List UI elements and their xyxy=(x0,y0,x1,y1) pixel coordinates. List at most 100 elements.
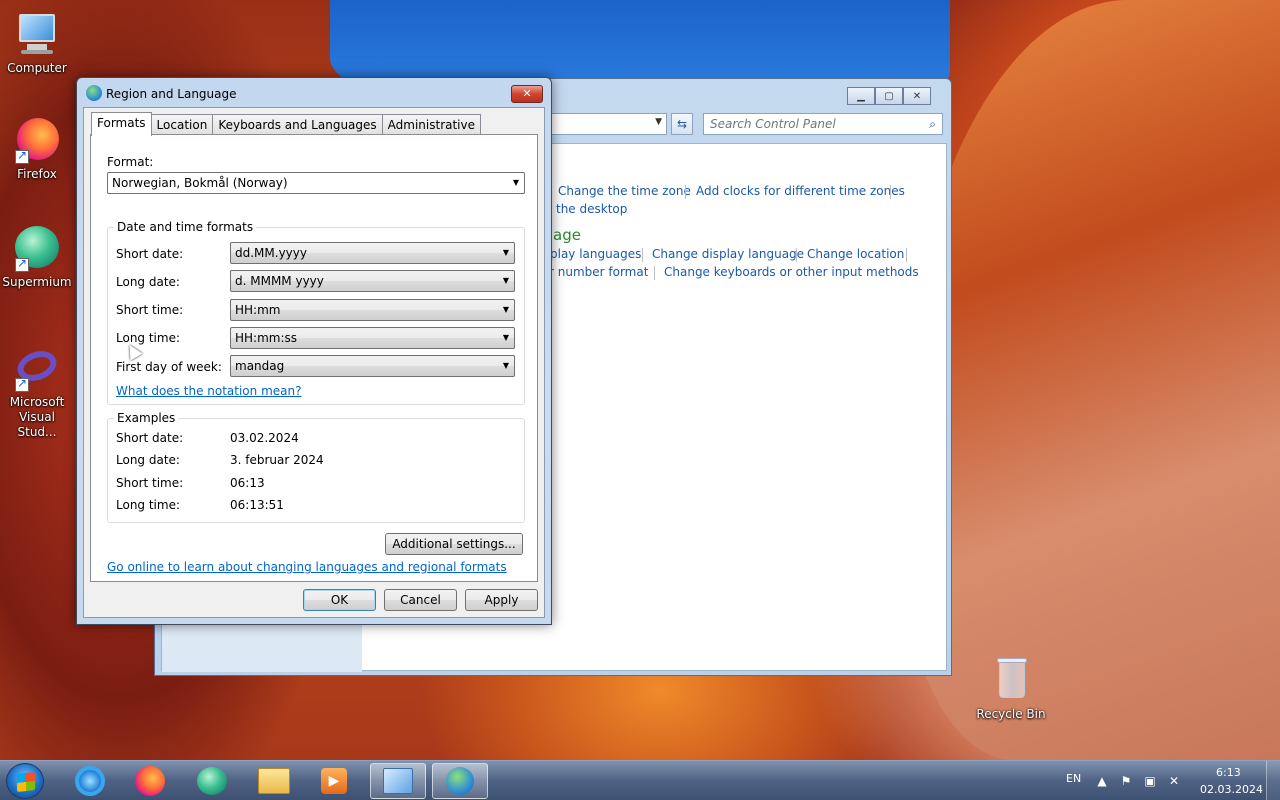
supermium-icon xyxy=(13,224,61,272)
link-number-format[interactable]: r number format xyxy=(549,265,648,279)
show-desktop-button[interactable] xyxy=(1266,761,1280,800)
windows-logo-icon xyxy=(17,772,35,792)
maximize-button[interactable]: ▢ xyxy=(875,87,903,105)
search-box[interactable]: ⌕ xyxy=(703,113,943,135)
link-change-time-zone[interactable]: Change the time zone xyxy=(558,184,691,198)
taskbar-media-player[interactable]: ▶ xyxy=(306,763,362,799)
clock-date[interactable]: 02.03.2024 xyxy=(1200,783,1263,796)
short-date-select[interactable]: dd.MM.yyyy ▼ xyxy=(230,242,515,264)
tab-strip: Formats Location Keyboards and Languages… xyxy=(91,112,482,136)
action-center-flag-icon[interactable]: ⚑ xyxy=(1118,773,1134,789)
computer-icon xyxy=(13,10,61,58)
show-hidden-icons-chevron-icon[interactable]: ▲ xyxy=(1094,773,1110,789)
region-language-dialog[interactable]: Region and Language ✕ Formats Location K… xyxy=(76,77,552,625)
long-time-value: HH:mm:ss xyxy=(235,331,298,345)
chevron-down-icon: ▼ xyxy=(502,276,509,285)
desktop-icon-firefox[interactable]: Firefox xyxy=(0,116,74,182)
taskbar-region-language[interactable] xyxy=(432,763,488,799)
shortcut-arrow-icon xyxy=(15,148,29,164)
desktop-icon-computer[interactable]: Computer xyxy=(0,10,74,76)
first-day-of-week-value: mandag xyxy=(235,359,285,373)
long-date-select[interactable]: d. MMMM yyyy ▼ xyxy=(230,270,515,292)
desktop-icon-label: Microsoft Visual Stud... xyxy=(9,395,65,439)
supermium-icon xyxy=(197,767,227,795)
online-help-link[interactable]: Go online to learn about changing langua… xyxy=(107,560,507,574)
short-time-select[interactable]: HH:mm ▼ xyxy=(230,299,515,321)
first-day-of-week-select[interactable]: mandag ▼ xyxy=(230,355,515,377)
globe-icon xyxy=(446,767,474,795)
visual-studio-icon xyxy=(13,344,61,392)
link-add-clocks[interactable]: Add clocks for different time zones xyxy=(696,184,905,198)
long-date-value: d. MMMM yyyy xyxy=(235,274,324,288)
tab-location[interactable]: Location xyxy=(150,114,214,135)
example-short-date-value: 03.02.2024 xyxy=(230,431,299,445)
example-short-date-label: Short date: xyxy=(116,431,184,445)
search-icon[interactable]: ⌕ xyxy=(929,117,936,132)
tab-administrative[interactable]: Administrative xyxy=(381,114,482,135)
clock-time[interactable]: 6:13 xyxy=(1216,766,1241,779)
format-value: Norwegian, Bokmål (Norway) xyxy=(112,176,288,190)
short-date-label: Short date: xyxy=(116,247,184,261)
network-icon[interactable]: ▣ xyxy=(1142,773,1158,789)
chevron-down-icon[interactable]: ▼ xyxy=(655,117,662,127)
refresh-button[interactable]: ⇆ xyxy=(671,113,693,135)
taskbar-supermium[interactable] xyxy=(184,763,240,799)
taskbar-firefox[interactable] xyxy=(122,763,178,799)
example-long-date-label: Long date: xyxy=(116,453,180,467)
example-long-time-label: Long time: xyxy=(116,498,181,512)
desktop-icon-label: Computer xyxy=(7,61,67,75)
shortcut-arrow-icon xyxy=(15,256,29,272)
taskbar-explorer[interactable] xyxy=(246,763,302,799)
apply-button[interactable]: Apply xyxy=(465,589,538,611)
desktop-icon-recycle-bin[interactable]: Recycle Bin xyxy=(974,656,1048,722)
tab-formats[interactable]: Formats xyxy=(91,112,152,136)
control-panel-icon xyxy=(383,768,413,794)
short-time-label: Short time: xyxy=(116,303,184,317)
link-change-location[interactable]: Change location xyxy=(807,247,904,261)
firefox-icon xyxy=(13,116,61,164)
address-bar[interactable]: ▼ xyxy=(551,113,667,135)
internet-explorer-icon xyxy=(75,766,105,796)
cancel-button[interactable]: Cancel xyxy=(384,589,457,611)
link-change-keyboards[interactable]: Change keyboards or other input methods xyxy=(664,265,919,279)
example-short-time-label: Short time: xyxy=(116,476,184,490)
separator xyxy=(890,185,891,199)
ok-button[interactable]: OK xyxy=(303,589,376,611)
link-display-languages[interactable]: play languages xyxy=(550,247,641,261)
taskbar-control-panel[interactable] xyxy=(370,763,426,799)
format-select[interactable]: Norwegian, Bokmål (Norway) ▼ xyxy=(107,172,525,194)
separator xyxy=(642,248,643,262)
dialog-body: Formats Location Keyboards and Languages… xyxy=(83,107,545,618)
search-input[interactable] xyxy=(704,114,914,134)
tab-keyboards-languages[interactable]: Keyboards and Languages xyxy=(212,114,383,135)
separator xyxy=(685,185,686,199)
additional-settings-button[interactable]: Additional settings... xyxy=(385,533,523,555)
link-change-display-language[interactable]: Change display language xyxy=(652,247,804,261)
firefox-icon xyxy=(135,766,165,796)
media-player-icon: ▶ xyxy=(321,768,347,794)
desktop-icon-supermium[interactable]: Supermium xyxy=(0,224,74,290)
chevron-down-icon: ▼ xyxy=(502,248,509,257)
long-date-label: Long date: xyxy=(116,275,180,289)
dialog-title: Region and Language xyxy=(106,87,237,101)
chevron-down-icon: ▼ xyxy=(502,361,509,370)
minimize-button[interactable]: ▁ xyxy=(847,87,875,105)
formats-tab-page: Format: Norwegian, Bokmål (Norway) ▼ Dat… xyxy=(90,134,538,582)
input-language-indicator[interactable]: EN xyxy=(1066,772,1081,785)
separator xyxy=(654,266,655,280)
volume-muted-icon[interactable]: ✕ xyxy=(1166,773,1182,789)
notation-help-link[interactable]: What does the notation mean? xyxy=(116,384,301,398)
taskbar-internet-explorer[interactable] xyxy=(62,763,118,799)
link-desktop[interactable]: the desktop xyxy=(556,202,627,216)
region-language-heading[interactable]: age xyxy=(553,226,581,244)
long-time-select[interactable]: HH:mm:ss ▼ xyxy=(230,327,515,349)
folder-icon xyxy=(258,768,290,794)
start-button[interactable] xyxy=(6,763,44,799)
format-label: Format: xyxy=(107,155,154,169)
desktop-icon-label: Firefox xyxy=(17,167,57,181)
close-button[interactable]: ✕ xyxy=(903,87,931,105)
close-button[interactable]: ✕ xyxy=(511,85,543,103)
desktop-icon-label: Recycle Bin xyxy=(976,707,1046,721)
desktop-icon-visual-studio[interactable]: Microsoft Visual Stud... xyxy=(0,344,74,440)
first-day-of-week-label: First day of week: xyxy=(116,360,222,374)
